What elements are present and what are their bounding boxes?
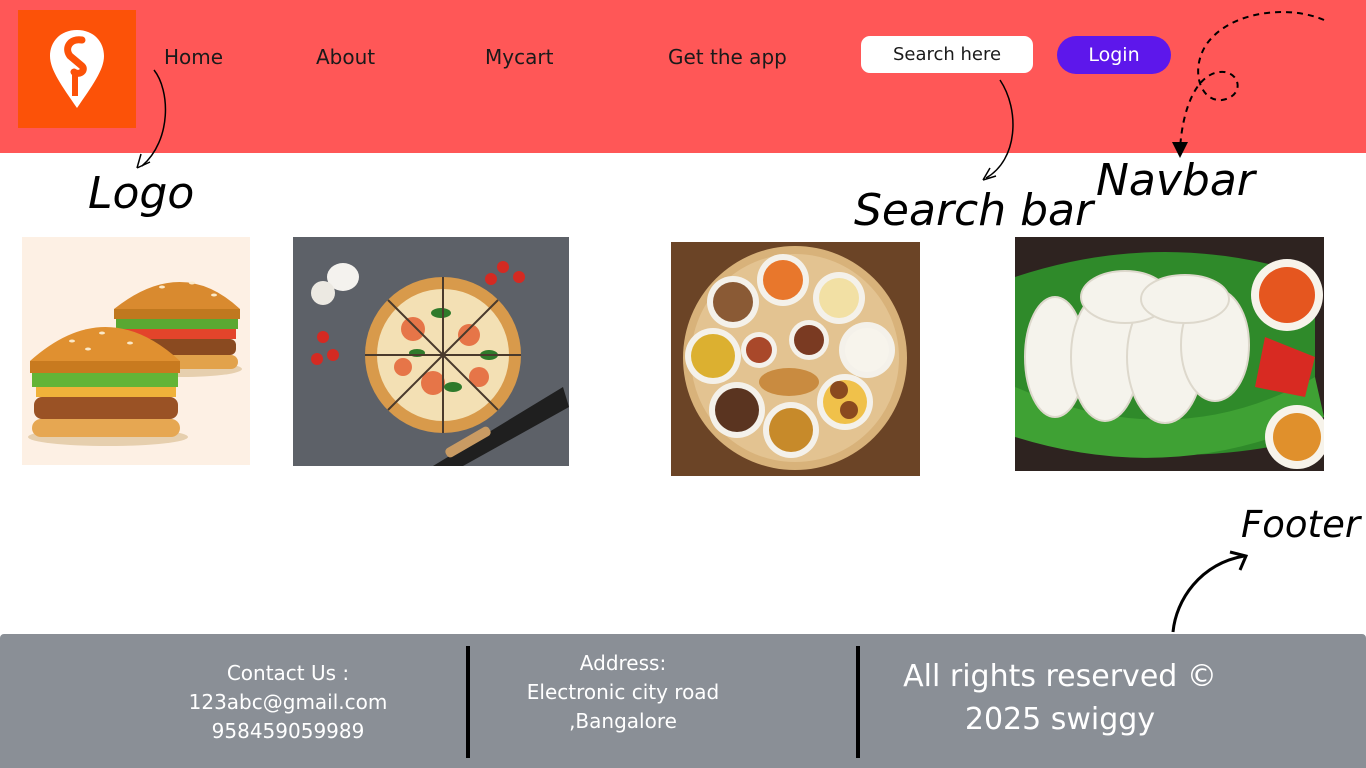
nav-link-mycart[interactable]: Mycart [485, 45, 553, 69]
footer-contact: Contact Us : 123abc@gmail.com 9584590599… [170, 659, 406, 746]
footer-rights: All rights reserved © 2025 swiggy [890, 655, 1230, 741]
footer-divider [466, 646, 470, 758]
login-label: Login [1088, 44, 1140, 66]
annotation-search-bar: Search bar [854, 185, 1094, 236]
nav-link-about[interactable]: About [316, 45, 375, 69]
footer-address: Address: Electronic city road ,Bangalore [500, 649, 746, 736]
contact-phone[interactable]: 958459059989 [170, 717, 406, 746]
annotation-footer: Footer [1241, 503, 1361, 546]
nav-link-home[interactable]: Home [164, 45, 223, 69]
pizza-image [293, 237, 569, 466]
nav-link-get-the-app[interactable]: Get the app [668, 45, 787, 69]
thali-image [671, 242, 920, 476]
footer-divider [856, 646, 860, 758]
search-input[interactable]: Search here [861, 36, 1033, 73]
address-title: Address: [579, 651, 667, 675]
burgers-image [22, 237, 250, 465]
login-button[interactable]: Login [1057, 36, 1171, 74]
swiggy-logo-icon [50, 30, 104, 108]
annotation-navbar: Navbar [1096, 155, 1255, 206]
contact-title: Contact Us : [226, 661, 350, 685]
idli-image [1015, 237, 1324, 471]
annotation-logo: Logo [88, 168, 195, 219]
navbar: Home About Mycart Get the app Search her… [0, 0, 1366, 153]
contact-email[interactable]: 123abc@gmail.com [170, 688, 406, 717]
logo[interactable] [18, 10, 136, 128]
address-line1: Electronic city road [526, 680, 720, 704]
search-placeholder: Search here [892, 44, 1002, 65]
rights-line1: All rights reserved © [903, 659, 1217, 694]
rights-line2: 2025 swiggy [964, 702, 1156, 737]
address-line2: ,Bangalore [569, 709, 677, 733]
